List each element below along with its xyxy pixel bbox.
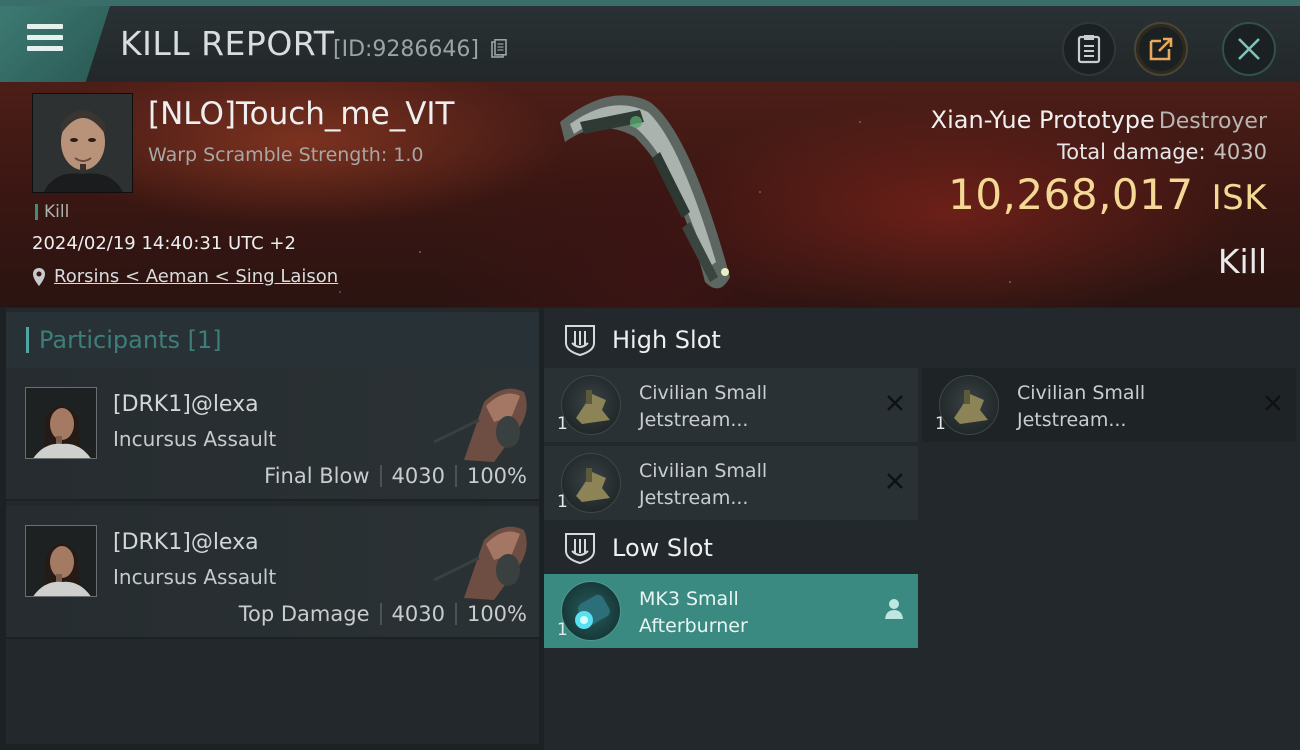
participant-role: Final Blow [264,464,370,488]
participant-ship: Incursus Assault [113,427,277,451]
module-quantity: 1 [557,414,568,434]
module-icon [561,581,621,641]
module-name: Civilian Small [1017,382,1146,404]
participant-row[interactable]: [DRK1]@lexa Incursus Assault Top Damage … [6,506,539,639]
victim-avatar[interactable] [32,93,133,193]
participant-row[interactable]: [DRK1]@lexa Incursus Assault Final Blow … [6,368,539,501]
report-id: [ID:9286646] [333,37,479,62]
clipboard-icon [1077,35,1101,64]
low-slot-label: Low Slot [612,534,713,562]
close-icon [1238,38,1260,60]
total-damage-label: Total damage: [1056,140,1206,164]
destroyed-x-icon [887,395,903,411]
module-quantity: 1 [557,620,568,640]
participant-damage: 4030 [391,602,445,626]
close-button[interactable] [1222,22,1276,76]
participants-panel: Participants [1] [DRK1]@lexa Incursus As… [6,308,539,744]
pilot-icon [885,599,903,619]
module-item[interactable]: 1 Civilian Small Jetstream... [544,446,918,520]
slot-shield-icon [565,533,595,565]
victim-portrait [33,94,132,192]
participant-avatar [25,387,97,459]
module-name: Civilian Small [639,382,768,404]
total-damage-value: 4030 [1213,140,1267,164]
location-link[interactable]: Rorsins < Aeman < Sing Laison [54,266,338,287]
participant-ship-image [433,388,527,462]
participant-name: [DRK1]@lexa [113,530,259,555]
warp-scramble-strength: Warp Scramble Strength: 1.0 [148,144,424,166]
fitting-panel: High Slot 1 Civilian Small Jetstream... … [544,308,1300,750]
kill-summary: [NLO]Touch_me_VIT Warp Scramble Strength… [0,82,1300,307]
isk-unit: ISK [1211,178,1267,218]
destroyed-x-icon [887,473,903,489]
victim-ship-image [560,95,730,289]
clipboard-button[interactable] [1062,22,1116,76]
module-name: MK3 Small [639,588,739,610]
module-name-cont: Jetstream... [639,487,749,509]
high-slot-label: High Slot [612,326,721,354]
participants-label: Participants [39,326,180,354]
copy-icon[interactable] [491,39,507,59]
participant-ship-image [433,526,527,600]
module-name: Civilian Small [639,460,768,482]
location-pin-icon [33,267,45,286]
module-item[interactable]: 1 Civilian Small Jetstream... [922,368,1296,442]
module-name-cont: Jetstream... [639,409,749,431]
module-item[interactable]: 1 Civilian Small Jetstream... [544,368,918,442]
kill-result: Kill [1217,242,1267,281]
module-icon [561,453,621,513]
kill-location[interactable]: Rorsins < Aeman < Sing Laison [32,266,338,287]
module-name-cont: Afterburner [639,615,748,637]
participant-avatar [25,525,97,597]
ship-name: Xian-Yue Prototype [930,106,1155,134]
ship-class: Destroyer [1158,109,1267,134]
module-icon [561,375,621,435]
slot-shield-icon [565,325,595,357]
isk-amount: 10,268,017 [948,170,1194,219]
kill-datetime: 2024/02/19 14:40:31 UTC +2 [32,233,296,254]
participant-stats: Final Blow 4030 100% [264,464,527,488]
total-damage: Total damage: 4030 [1057,140,1267,164]
participant-name: [DRK1]@lexa [113,392,259,417]
module-quantity: 1 [935,414,946,434]
participant-percent: 100% [466,602,527,626]
participant-stats: Top Damage 4030 100% [239,602,527,626]
module-item[interactable]: 1 MK3 Small Afterburner [544,574,918,648]
participant-ship: Incursus Assault [113,565,277,589]
share-button[interactable] [1134,22,1188,76]
participant-percent: 100% [466,464,527,488]
kill-tag: Kill [35,204,69,221]
high-slot-header: High Slot [544,310,1300,370]
participants-header: Participants [1] [6,312,539,368]
isk-value: 10,268,017 ISK [948,170,1267,219]
participant-damage: 4030 [391,464,445,488]
menu-button[interactable] [0,6,110,82]
participants-count: [1] [187,326,222,354]
victim-name[interactable]: [NLO]Touch_me_VIT [148,96,454,132]
page-title: KILL REPORT [120,24,335,63]
victim-ship[interactable]: Xian-Yue Prototype Destroyer [931,106,1267,134]
share-icon [1149,37,1173,61]
module-name-cont: Jetstream... [1017,409,1127,431]
module-quantity: 1 [557,492,568,512]
title-bar: KILL REPORT [ID:9286646] [0,0,1300,82]
menu-icon [27,24,63,57]
destroyed-x-icon [1265,395,1281,411]
module-icon [939,375,999,435]
low-slot-header: Low Slot [544,518,1300,578]
participant-role: Top Damage [238,602,370,626]
